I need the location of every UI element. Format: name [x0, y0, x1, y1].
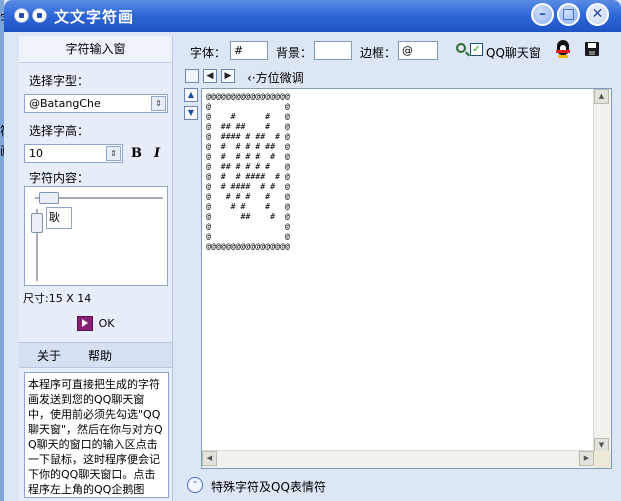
ascii-art: @@@@@@@@@@@@@@@@@ @ @ @ # # @ @ ## ## # …	[206, 91, 290, 251]
close-icon: ✕	[591, 6, 604, 22]
toolbar: 字体： # 背景： 边框： @ ✓ QQ聊天窗	[180, 38, 610, 64]
scroll-up-icon[interactable]: ▲	[594, 89, 609, 104]
action-row: 关于 帮助	[19, 342, 172, 368]
window-title: 文文字符画	[54, 8, 135, 26]
play-icon	[76, 316, 93, 331]
minimize-button[interactable]: –	[531, 3, 554, 26]
fine-tune-label: ‹·方位微调	[247, 71, 304, 85]
ok-button[interactable]: OK	[19, 316, 172, 338]
maximize-icon: □	[561, 6, 576, 22]
content-label: 字符内容：	[29, 171, 90, 185]
qq-window-checkbox[interactable]: ✓	[470, 43, 483, 56]
minimize-icon: –	[539, 6, 546, 22]
input-panel: 字符输入窗 选择字型： @BatangChe ⇕ 选择字高： 10 ⇕ B I …	[19, 36, 173, 501]
art-output[interactable]: @@@@@@@@@@@@@@@@@ @ @ @ # # @ @ ## ## # …	[201, 88, 612, 469]
double-chevron-up-icon[interactable]: ⌃	[187, 477, 203, 493]
magnifier-icon[interactable]	[456, 43, 466, 53]
app-window: 文文字符画 – □ ✕ 字符输入窗 选择字型： @BatangChe ⇕ 选择字…	[4, 0, 621, 501]
height-slider-thumb[interactable]	[31, 213, 43, 233]
special-chars-bar[interactable]: ⌃ 特殊字符及QQ表情符	[180, 472, 620, 499]
background-label: 背景：	[276, 46, 313, 60]
horizontal-scrollbar[interactable]: ◀ ▶	[202, 450, 594, 468]
qq-window-label: QQ聊天窗	[486, 46, 541, 60]
nav-up-button[interactable]: ▲	[184, 88, 198, 102]
chevron-right-icon: ▶	[224, 71, 232, 81]
background-input[interactable]	[314, 41, 352, 60]
glyph-label: 字体：	[190, 46, 227, 60]
help-button[interactable]: 帮助	[88, 347, 112, 364]
content-editor: 耿	[24, 186, 168, 286]
qq-penguin-icon[interactable]	[555, 40, 571, 58]
maximize-button[interactable]: □	[557, 3, 580, 26]
system-menu-icon[interactable]	[14, 8, 29, 23]
about-button[interactable]: 关于	[37, 347, 61, 364]
special-chars-label: 特殊字符及QQ表情符	[211, 480, 326, 494]
help-text: 本程序可直接把生成的字符画发送到您的QQ聊天窗中，使用前必须先勾选"QQ聊天窗"…	[24, 372, 169, 498]
chevron-down-icon: ▼	[187, 108, 195, 117]
bold-button[interactable]: B	[131, 146, 142, 161]
panel-title: 字符输入窗	[19, 36, 172, 63]
height-value: 10	[29, 147, 43, 160]
nav-row: ◀ ▶ ‹·方位微调	[185, 68, 485, 86]
chevron-left-icon: ◀	[206, 71, 214, 81]
width-slider-thumb[interactable]	[39, 192, 59, 204]
floppy-disk-icon[interactable]	[585, 42, 599, 56]
vertical-scrollbar[interactable]: ▲ ▼	[593, 89, 611, 453]
nav-down-button[interactable]: ▼	[184, 106, 198, 120]
title-bar[interactable]: 文文字符画 – □ ✕	[4, 0, 621, 32]
nav-left-button[interactable]: ◀	[203, 69, 217, 83]
border-label: 边框：	[360, 46, 397, 60]
border-input[interactable]: @	[398, 41, 438, 60]
toggle-box[interactable]	[185, 69, 199, 83]
close-button[interactable]: ✕	[586, 3, 609, 26]
chevron-up-icon: ▲	[187, 90, 195, 99]
scroll-corner	[594, 451, 611, 468]
glyph-input[interactable]: #	[230, 41, 268, 60]
nav-right-button[interactable]: ▶	[221, 69, 235, 83]
chevron-updown-icon[interactable]: ⇕	[151, 96, 166, 111]
size-readout: 尺寸:15 X 14	[23, 292, 92, 305]
height-label: 选择字高：	[29, 124, 90, 138]
font-select[interactable]: @BatangChe ⇕	[24, 94, 168, 113]
height-stepper[interactable]: 10 ⇕	[24, 144, 123, 163]
pin-icon[interactable]	[32, 8, 47, 23]
font-label: 选择字型：	[29, 74, 90, 88]
ok-label: OK	[98, 317, 115, 330]
font-select-value: @BatangChe	[29, 97, 101, 110]
scroll-left-icon[interactable]: ◀	[202, 451, 217, 466]
content-input[interactable]: 耿	[46, 207, 72, 229]
chevron-updown-icon[interactable]: ⇕	[106, 146, 121, 161]
italic-button[interactable]: I	[154, 146, 160, 161]
scroll-right-icon[interactable]: ▶	[579, 451, 594, 466]
